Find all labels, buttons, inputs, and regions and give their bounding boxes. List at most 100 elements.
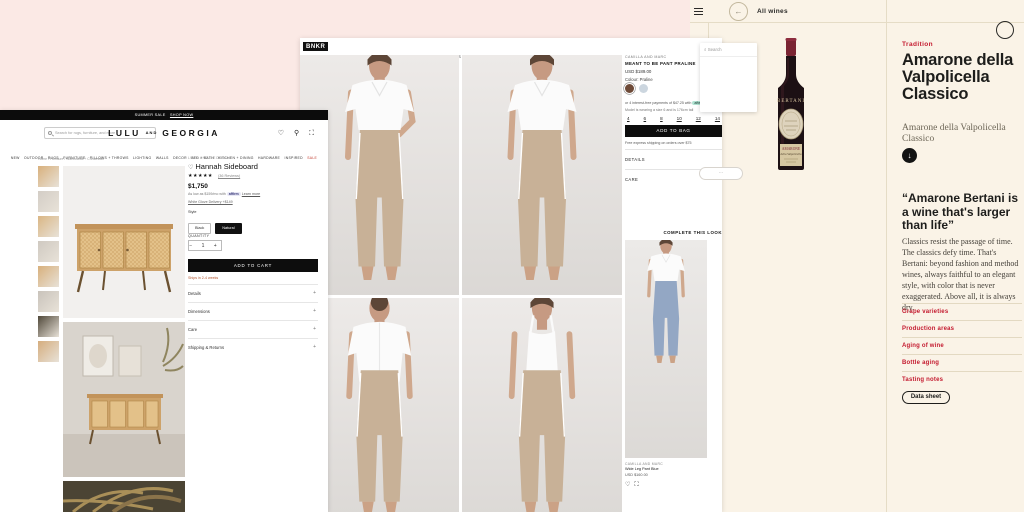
thumbnail-4[interactable] — [38, 266, 59, 287]
look-price: USD $160.00 — [625, 473, 648, 477]
search-input[interactable]: ⌕ Search — [700, 43, 757, 57]
zoom-pill[interactable]: ··· — [699, 167, 743, 180]
star-rating: ★★★★★ — [188, 173, 213, 179]
lulu-nav-item-0[interactable]: NEW — [11, 156, 20, 160]
wine-link-1[interactable]: Production areas — [902, 320, 1022, 337]
main-product-image[interactable] — [63, 166, 185, 318]
product-price: $1,750 — [188, 183, 208, 190]
size-selector: 4 6 8 10 12 14 — [625, 116, 722, 121]
affirm-line: As low as $159/mo with affirm Learn more — [188, 192, 261, 196]
lulu-nav-item-6[interactable]: WALLS — [156, 156, 169, 160]
affirm-learn-more[interactable]: Learn more — [242, 192, 260, 196]
wine-link-3[interactable]: Bottle aging — [902, 354, 1022, 371]
reviews-link[interactable]: (36 Reviews) — [218, 174, 240, 178]
add-bag-icon[interactable]: ⛶ — [634, 482, 642, 488]
wishlist-heart-icon[interactable]: ♡ — [188, 165, 193, 171]
lulu-nav-item-12[interactable]: SALE — [307, 156, 317, 160]
wine-links-list: Grape varieties Production areas Aging of … — [902, 303, 1022, 388]
style-option-1[interactable]: Natural — [215, 222, 242, 234]
fashion-window: BNKR NEWBEST SELLERSSHOP ALLDRESSESTOPSB… — [300, 38, 722, 512]
lifestyle-image[interactable] — [63, 322, 185, 477]
thumbnail-rail — [38, 166, 59, 366]
lulu-nav-item-10[interactable]: HARDWARE — [258, 156, 280, 160]
look-product-image[interactable] — [625, 237, 707, 458]
lulu-nav-item-5[interactable]: LIGHTING — [133, 156, 151, 160]
product-brand[interactable]: CAMILLA AND MARC — [625, 55, 667, 59]
banner-link[interactable]: SHOP NOW — [170, 113, 193, 117]
wine-eyebrow: Tradition — [902, 41, 934, 48]
product-photo-camisole[interactable] — [462, 298, 622, 512]
size-option-1[interactable]: 6 — [642, 116, 649, 121]
svg-text:BERTANI: BERTANI — [777, 99, 805, 104]
accordion-row-1[interactable]: Dimensions — [188, 302, 318, 320]
thumbnail-2[interactable] — [38, 216, 59, 237]
look-name[interactable]: Wide Leg Pant Blue — [625, 467, 659, 471]
plant-image[interactable] — [62, 481, 185, 512]
quantity-stepper[interactable]: − 1 + — [188, 240, 222, 251]
lulu-nav: NEW OUTDOOR RUGS FURNITURE PILLOWS + THROWS L… — [0, 146, 328, 164]
delivery-link[interactable]: White Glove Delivery +$149 — [188, 200, 233, 204]
wine-paragraph: Classics resist the passage of time. The… — [902, 237, 1019, 312]
size-option-2[interactable]: 8 — [658, 116, 665, 121]
divider — [690, 22, 1024, 23]
size-option-3[interactable]: 10 — [675, 116, 684, 121]
badge-circle-icon — [996, 21, 1014, 39]
thumbnail-0[interactable] — [38, 166, 59, 187]
thumbnail-6[interactable] — [38, 316, 59, 337]
accordion-row-2[interactable]: Care — [188, 320, 318, 338]
promo-banner[interactable]: SUMMER SALE SHOP NOW — [0, 110, 328, 120]
wine-subtitle: Amarone della Valpolicella Classico — [902, 123, 1006, 144]
look-actions: ♡⛶ — [625, 481, 643, 489]
data-sheet-button[interactable]: Data sheet — [902, 391, 950, 404]
thumbnail-3[interactable] — [38, 241, 59, 262]
look-brand: CAMILLA AND MARC — [625, 462, 663, 466]
accordion-row-0[interactable]: DETAILS — [625, 149, 722, 169]
affirm-badge: affirm — [226, 192, 241, 196]
all-wines-link[interactable]: All wines — [757, 8, 788, 15]
accordion-row-3[interactable]: Shipping & Returns — [188, 338, 318, 356]
product-eyebrow[interactable]: LULU AND GEORGIA — [188, 156, 229, 160]
size-option-4[interactable]: 12 — [694, 116, 703, 121]
product-photo-front[interactable] — [462, 55, 622, 295]
bottle-label-sub: della Valpolicella — [780, 152, 802, 156]
quantity-label: QUANTITY — [188, 234, 210, 238]
breadcrumb[interactable]: Home / Furniture / Sideboards + Credenza… — [38, 157, 104, 161]
product-title: ♡ Hannah Sideboard — [188, 162, 258, 171]
back-button[interactable]: ← — [729, 2, 748, 21]
banner-text: SUMMER SALE — [134, 113, 166, 117]
product-price: USD $189.00 — [625, 69, 652, 74]
wishlist-heart-icon[interactable]: ♡ — [625, 482, 634, 488]
size-option-5[interactable]: 14 — [713, 116, 722, 121]
scroll-down-button[interactable]: ↓ — [902, 148, 917, 163]
search-dropdown-panel: ⌕ Search — [700, 43, 757, 112]
style-option-0[interactable]: Black — [188, 222, 212, 234]
thumbnail-7[interactable] — [38, 341, 59, 362]
add-to-cart-button[interactable]: ADD TO CART — [188, 259, 318, 272]
afterpay-text: or 4 interest-free payments of $47.25 wi… — [625, 101, 692, 105]
style-label: Style — [188, 210, 197, 214]
lulu-nav-item-11[interactable]: INSPIRED — [284, 156, 302, 160]
wine-link-2[interactable]: Aging of wine — [902, 337, 1022, 354]
thumbnail-1[interactable] — [38, 191, 59, 212]
style-options: Black Natural — [188, 216, 246, 234]
shipping-note: Free express shipping on orders over $75 — [625, 141, 692, 145]
colour-label: Colour: Praline — [625, 77, 653, 82]
thumbnail-5[interactable] — [38, 291, 59, 312]
hamburger-menu-icon[interactable] — [694, 6, 703, 17]
model-note: Model is wearing a size 6 and is 176cm t… — [625, 108, 694, 112]
lulu-window: SUMMER SALE SHOP NOW Search for rugs, fu… — [0, 110, 328, 512]
divider — [886, 0, 887, 512]
swatch-praline[interactable] — [625, 84, 634, 93]
size-option-0[interactable]: 4 — [625, 116, 632, 121]
header-icons[interactable]: ♡ ⚲ ⛶ — [278, 129, 318, 138]
complete-look-heading: COMPLETE THIS LOOK — [663, 230, 722, 235]
add-to-bag-button[interactable]: ADD TO BAG — [625, 125, 722, 137]
lulu-nav-item-7[interactable]: DECOR — [173, 156, 187, 160]
accordion-row-0[interactable]: Details — [188, 284, 318, 302]
fashion-logo[interactable]: BNKR — [303, 42, 329, 51]
search-placeholder: Search — [707, 47, 722, 52]
swatch-blue[interactable] — [639, 84, 648, 93]
wine-link-0[interactable]: Grape varieties — [902, 303, 1022, 320]
wine-title: Amarone della Valpolicella Classico — [902, 51, 1014, 103]
wine-link-4[interactable]: Tasting notes — [902, 371, 1022, 388]
